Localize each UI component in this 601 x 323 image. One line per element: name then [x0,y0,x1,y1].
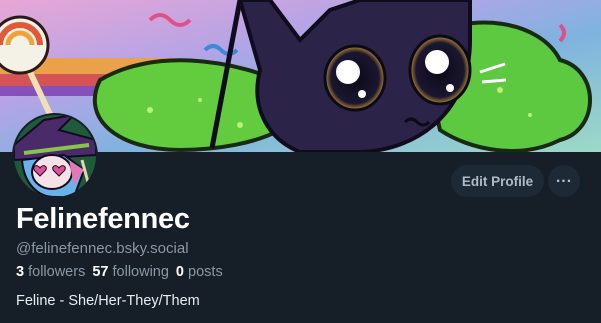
posts-count: 0 [175,264,184,280]
profile-stats: 3 followers 57 following 0 posts [16,264,223,280]
profile-page: Edit Profile ... Felinefennec @felinefen… [0,0,601,323]
following-count: 57 [92,264,109,280]
profile-handle: @felinefennec.bsky.social [16,240,189,257]
followers-link[interactable]: 3 followers [16,264,85,280]
more-options-button[interactable]: ... [548,165,580,197]
following-label: following [112,264,169,280]
avatar[interactable] [12,113,98,199]
display-name: Felinefennec [16,203,190,235]
followers-count: 3 [16,264,25,280]
followers-label: followers [28,264,86,280]
edit-profile-button[interactable]: Edit Profile [451,165,544,197]
profile-bio: Feline - She/Her-They/Them [16,293,200,309]
following-link[interactable]: 57 following [92,264,169,280]
edit-profile-label: Edit Profile [461,173,534,189]
ellipsis-icon: ... [555,169,573,186]
profile-banner[interactable] [0,0,601,152]
posts-label: posts [188,264,223,280]
posts-stat: 0 posts [176,264,223,280]
